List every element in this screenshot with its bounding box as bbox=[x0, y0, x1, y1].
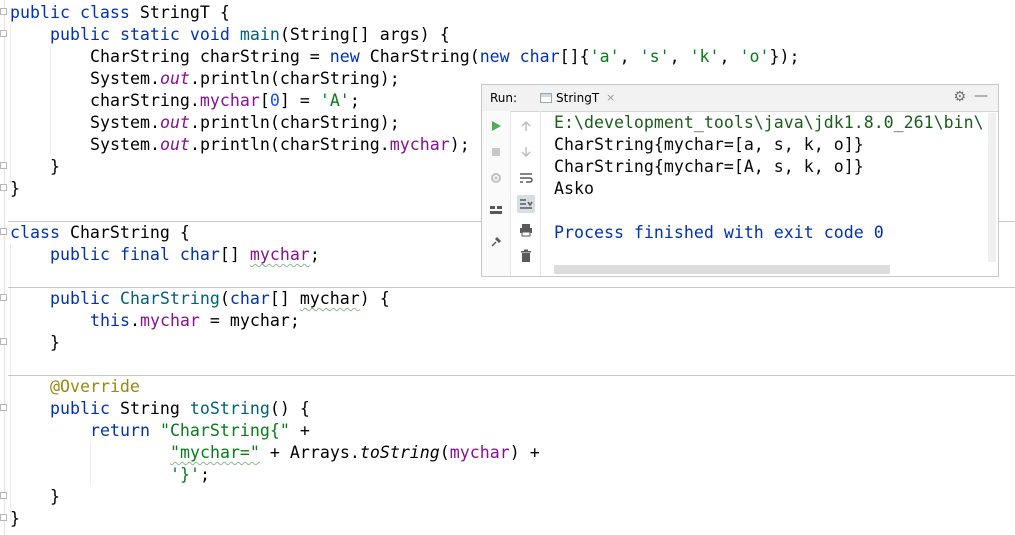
fold-marker[interactable] bbox=[0, 294, 7, 301]
arrow-up-icon bbox=[521, 120, 531, 131]
run-tab-stringt[interactable]: StringT × bbox=[534, 85, 621, 110]
code-line-new-charstring[interactable]: CharString charString = new CharString(n… bbox=[90, 46, 800, 68]
fold-marker[interactable] bbox=[0, 30, 7, 37]
settings-button[interactable] bbox=[487, 169, 505, 187]
fold-marker[interactable] bbox=[0, 492, 7, 499]
run-label: Run: bbox=[490, 91, 518, 105]
run-tab-label: StringT bbox=[556, 90, 600, 105]
clear-all-button[interactable] bbox=[517, 247, 535, 265]
console-output-line: Asko bbox=[554, 179, 594, 198]
console-command-line: E:\development_tools\java\jdk1.8.0_261\b… bbox=[554, 113, 984, 132]
run-toolbar-left bbox=[482, 111, 511, 276]
code-line-close-constructor[interactable]: } bbox=[50, 332, 60, 354]
code-line-assign-mychar[interactable]: charString.mychar[0] = 'A'; bbox=[90, 90, 360, 112]
stop-button[interactable] bbox=[487, 143, 505, 161]
code-line-close-main[interactable]: } bbox=[50, 156, 60, 178]
scroll-up-button[interactable] bbox=[517, 117, 535, 135]
fold-marker[interactable] bbox=[0, 514, 7, 521]
code-line-println-1[interactable]: System.out.println(charString); bbox=[90, 68, 400, 90]
trash-icon bbox=[521, 249, 531, 262]
gear-bug-icon bbox=[491, 173, 501, 183]
fold-marker[interactable] bbox=[0, 338, 7, 345]
run-config-icon bbox=[540, 92, 552, 103]
console-exit-message: Process finished with exit code 0 bbox=[554, 223, 884, 242]
code-line-this-assign[interactable]: this.mychar = mychar; bbox=[90, 310, 300, 332]
play-icon bbox=[492, 121, 501, 131]
run-toolbar-right bbox=[512, 111, 541, 276]
scroll-to-end-button[interactable] bbox=[517, 195, 535, 213]
soft-wrap-button[interactable] bbox=[517, 169, 535, 187]
code-line-println-2[interactable]: System.out.println(charString); bbox=[90, 112, 400, 134]
fold-marker[interactable] bbox=[0, 162, 7, 169]
print-button[interactable] bbox=[517, 221, 535, 239]
indent-guide bbox=[90, 442, 91, 486]
minimize-icon[interactable]: — bbox=[974, 88, 988, 104]
code-line-override[interactable]: @Override bbox=[50, 376, 140, 398]
fold-marker[interactable] bbox=[0, 228, 7, 235]
layout-icon bbox=[490, 206, 502, 214]
console-output-line: CharString{mychar=[A, s, k, o]} bbox=[554, 157, 864, 176]
code-line-return[interactable]: return "CharString{" + bbox=[90, 420, 310, 442]
fold-marker[interactable] bbox=[0, 8, 7, 15]
indent-guide bbox=[10, 24, 11, 184]
console-output[interactable]: E:\development_tools\java\jdk1.8.0_261\b… bbox=[544, 111, 984, 264]
layout-button[interactable] bbox=[487, 201, 505, 219]
code-line-field-mychar[interactable]: public final char[] mychar; bbox=[50, 244, 320, 266]
code-line-close-class-2[interactable]: } bbox=[10, 508, 20, 530]
code-line-println-3[interactable]: System.out.println(charString.mychar); bbox=[90, 134, 470, 156]
stop-icon bbox=[492, 148, 500, 156]
rerun-button[interactable] bbox=[487, 117, 505, 135]
method-separator bbox=[8, 375, 1015, 376]
horizontal-scrollbar[interactable] bbox=[554, 265, 890, 274]
vertical-scrollbar[interactable] bbox=[988, 113, 996, 262]
gear-icon[interactable]: ⚙ bbox=[953, 89, 966, 105]
gutter bbox=[4, 0, 5, 535]
code-line-concat-mychar[interactable]: "mychar=" + Arrays.toString(mychar) + bbox=[170, 442, 540, 464]
pin-icon bbox=[491, 237, 501, 247]
scroll-to-end-icon bbox=[520, 199, 533, 209]
code-line-concat-brace[interactable]: '}'; bbox=[170, 464, 210, 486]
close-icon[interactable]: × bbox=[606, 91, 615, 104]
pin-button[interactable] bbox=[487, 233, 505, 251]
soft-wrap-icon bbox=[520, 173, 533, 183]
console-output-line: CharString{mychar=[a, s, k, o]} bbox=[554, 135, 864, 154]
fold-marker[interactable] bbox=[0, 404, 7, 411]
scroll-down-button[interactable] bbox=[517, 143, 535, 161]
code-line-class-stringt[interactable]: public class StringT { bbox=[10, 2, 230, 24]
indent-guide bbox=[50, 46, 51, 156]
run-window-header: Run: StringT × ⚙ — bbox=[482, 85, 998, 112]
arrow-down-icon bbox=[521, 147, 531, 158]
run-tool-window[interactable]: Run: StringT × ⚙ — E:\development_tools\… bbox=[481, 84, 999, 277]
fold-marker[interactable] bbox=[0, 184, 7, 191]
print-icon bbox=[520, 224, 532, 237]
indent-guide bbox=[10, 244, 11, 520]
code-line-tostring[interactable]: public String toString() { bbox=[50, 398, 310, 420]
code-line-constructor[interactable]: public CharString(char[] mychar) { bbox=[50, 288, 390, 310]
code-line-close-class[interactable]: } bbox=[10, 178, 20, 200]
code-line-close-tostring[interactable]: } bbox=[50, 486, 60, 508]
code-line-main[interactable]: public static void main(String[] args) { bbox=[50, 24, 450, 46]
code-line-class-charstring[interactable]: class CharString { bbox=[10, 222, 190, 244]
